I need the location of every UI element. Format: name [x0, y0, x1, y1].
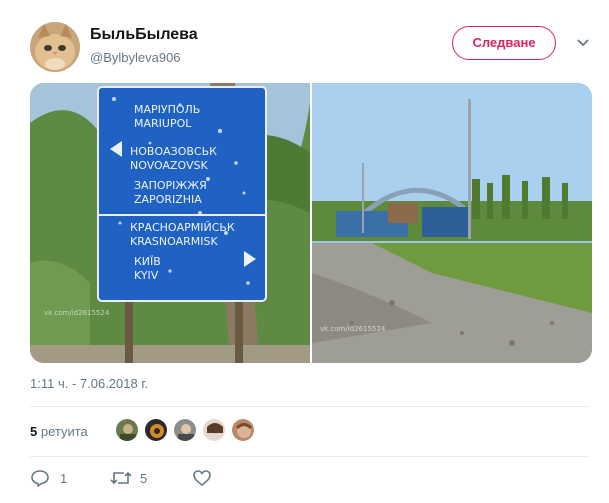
- like-button[interactable]: [192, 466, 232, 490]
- retweet-icon: [110, 472, 132, 484]
- user-handle[interactable]: @Bylbyleva906: [90, 50, 181, 65]
- sign-line-3-lat: ZAPORIZHIA: [134, 193, 202, 206]
- retweet-stats[interactable]: 5 ретуита: [30, 424, 88, 439]
- sign-line-1-lat: MARIUPOL: [134, 117, 192, 130]
- sign-line-5-cyr: КИЇВ: [134, 255, 161, 268]
- reply-button[interactable]: 1: [30, 466, 90, 490]
- tweet-header: БыльБылева @Bylbyleva906 Следване: [30, 22, 600, 72]
- retweet-count: 5: [30, 424, 38, 439]
- tweet-media[interactable]: МАРІУПОЛЬ MARIUPOL НОВОАЗОВСЬК NOVOAZOVS…: [30, 83, 592, 363]
- divider: [30, 406, 590, 407]
- follow-button[interactable]: Следване: [452, 26, 556, 60]
- cat-avatar-icon: [30, 22, 80, 72]
- retweeter-avatar[interactable]: [115, 418, 139, 442]
- sign-line-4-lat: KRASNOARMISK: [130, 235, 218, 248]
- sign-line-2-cyr: НОВОАЗОВСЬК: [130, 145, 217, 158]
- user-avatar[interactable]: [30, 22, 80, 72]
- left-photo-watermark: vk.com/id2615524: [44, 309, 110, 317]
- photo-checkpoint[interactable]: vk.com/id2615524: [312, 83, 592, 363]
- reply-icon: [31, 470, 49, 487]
- retweet-label: ретуита: [40, 424, 88, 439]
- retweeter-avatar[interactable]: [144, 418, 168, 442]
- chevron-down-icon[interactable]: [576, 36, 590, 50]
- sign-line-5-lat: KYIV: [134, 269, 159, 282]
- sign-line-3-cyr: ЗАПОРІЖЖЯ: [134, 179, 207, 192]
- retweeter-avatar[interactable]: [202, 418, 226, 442]
- reply-count: 1: [60, 471, 68, 486]
- user-display-name[interactable]: БыльБылева: [90, 26, 198, 44]
- retweet-action-count: 5: [140, 471, 148, 486]
- sign-line-4-cyr: КРАСНОАРМІЙСЬК: [130, 221, 235, 234]
- sign-line-1-cyr: МАРІУПОЛЬ: [134, 103, 200, 116]
- photo-road-sign[interactable]: МАРІУПОЛЬ MARIUPOL НОВОАЗОВСЬК NOVOAZOVS…: [30, 83, 310, 363]
- retweeter-avatar[interactable]: [173, 418, 197, 442]
- divider: [30, 456, 590, 457]
- right-photo-watermark: vk.com/id2615524: [320, 325, 386, 333]
- heart-icon: [193, 470, 211, 486]
- retweeter-avatar[interactable]: [231, 418, 255, 442]
- sign-line-2-lat: NOVOAZOVSK: [130, 159, 209, 172]
- tweet-timestamp[interactable]: 1:11 ч. - 7.06.2018 г.: [30, 376, 148, 391]
- retweet-button[interactable]: 5: [110, 466, 170, 490]
- retweeter-avatars: [105, 418, 265, 444]
- tweet-actions: 1 5: [30, 466, 330, 490]
- tweet: БыльБылева @Bylbyleva906 Следване МАРІУП…: [0, 0, 609, 503]
